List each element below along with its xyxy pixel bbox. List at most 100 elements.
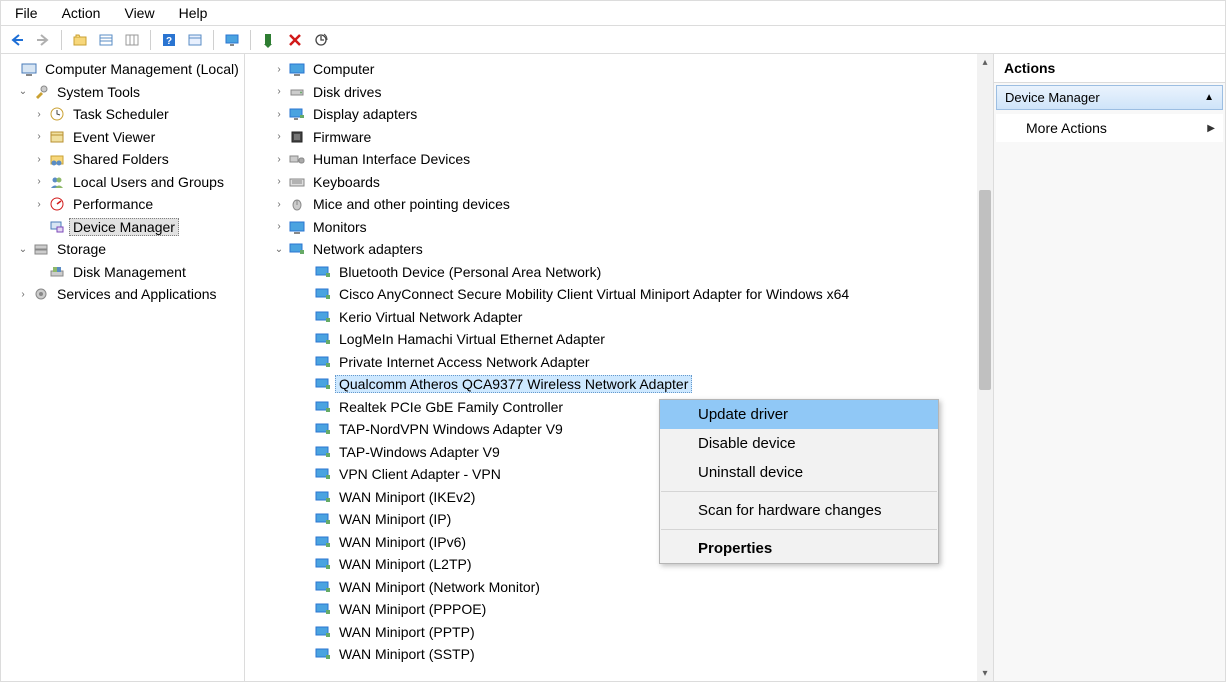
tree-label: System Tools: [53, 83, 144, 101]
category-firmware[interactable]: Firmware: [245, 126, 977, 149]
category-keyboards[interactable]: Keyboards: [245, 171, 977, 194]
device-item-wan-pptp[interactable]: WAN Miniport (PPTP): [245, 621, 977, 644]
tree-item-storage[interactable]: Storage: [5, 238, 244, 261]
expand-toggle[interactable]: [273, 109, 285, 120]
expand-toggle[interactable]: [273, 221, 285, 232]
tree-label: WAN Miniport (IKEv2): [335, 488, 479, 506]
tree-item-local-users[interactable]: Local Users and Groups: [5, 171, 244, 194]
tree-item-root[interactable]: Computer Management (Local): [5, 58, 244, 81]
device-item-bluetooth[interactable]: Bluetooth Device (Personal Area Network): [245, 261, 977, 284]
tree-item-event-viewer[interactable]: Event Viewer: [5, 126, 244, 149]
expand-toggle[interactable]: [33, 131, 45, 142]
tree-item-shared-folders[interactable]: Shared Folders: [5, 148, 244, 171]
enable-device-button[interactable]: [257, 28, 281, 52]
services-icon: [33, 286, 49, 302]
category-hid[interactable]: Human Interface Devices: [245, 148, 977, 171]
expand-toggle[interactable]: [273, 199, 285, 210]
expand-toggle[interactable]: [273, 86, 285, 97]
svg-text:?: ?: [166, 36, 172, 47]
toolbar-separator: [213, 30, 214, 50]
tree-item-disk-management[interactable]: Disk Management: [5, 261, 244, 284]
enable-device-icon: [261, 32, 277, 48]
scroll-thumb[interactable]: [979, 190, 991, 390]
expand-toggle[interactable]: [33, 199, 45, 210]
category-monitors[interactable]: Monitors: [245, 216, 977, 239]
display-adapter-icon: [289, 106, 305, 122]
expand-toggle[interactable]: [33, 176, 45, 187]
tree-item-performance[interactable]: Performance: [5, 193, 244, 216]
context-menu-scan-hardware[interactable]: Scan for hardware changes: [660, 496, 938, 525]
expand-toggle[interactable]: [33, 109, 45, 120]
expand-toggle[interactable]: [17, 289, 29, 300]
network-adapter-icon: [315, 399, 331, 415]
delete-button[interactable]: [283, 28, 307, 52]
network-adapter-icon: [315, 331, 331, 347]
context-menu-update-driver[interactable]: Update driver: [660, 400, 938, 429]
computer-management-icon: [21, 61, 37, 77]
device-item-cisco[interactable]: Cisco AnyConnect Secure Mobility Client …: [245, 283, 977, 306]
context-menu-uninstall-device[interactable]: Uninstall device: [660, 458, 938, 487]
expand-toggle[interactable]: [273, 176, 285, 187]
tree-label: WAN Miniport (IPv6): [335, 533, 470, 551]
actions-header: Actions: [994, 54, 1225, 83]
scroll-up-icon[interactable]: ▴: [977, 54, 993, 70]
device-item-kerio[interactable]: Kerio Virtual Network Adapter: [245, 306, 977, 329]
network-adapter-icon: [315, 466, 331, 482]
expand-toggle[interactable]: [273, 64, 285, 75]
tree-label: WAN Miniport (L2TP): [335, 555, 476, 573]
forward-button[interactable]: [31, 28, 55, 52]
expand-toggle[interactable]: [273, 154, 285, 165]
columns-button[interactable]: [120, 28, 144, 52]
context-menu-properties[interactable]: Properties: [660, 534, 938, 563]
category-display-adapters[interactable]: Display adapters: [245, 103, 977, 126]
device-item-qualcomm[interactable]: Qualcomm Atheros QCA9377 Wireless Networ…: [245, 373, 977, 396]
actions-section-device-manager[interactable]: Device Manager ▲: [996, 85, 1223, 110]
device-item-wan-pppoe[interactable]: WAN Miniport (PPPOE): [245, 598, 977, 621]
category-computer[interactable]: Computer: [245, 58, 977, 81]
scroll-down-icon[interactable]: ▾: [977, 665, 993, 681]
toolbar: ?: [1, 26, 1225, 54]
device-item-pia[interactable]: Private Internet Access Network Adapter: [245, 351, 977, 374]
menu-help[interactable]: Help: [169, 3, 218, 23]
expand-toggle[interactable]: [33, 154, 45, 165]
actions-item-more-actions[interactable]: More Actions ▶: [996, 114, 1223, 142]
console-tree: Computer Management (Local) System Tools…: [1, 54, 245, 681]
tree-item-device-manager[interactable]: Device Manager: [5, 216, 244, 239]
properties-icon: [187, 32, 203, 48]
tree-label: Qualcomm Atheros QCA9377 Wireless Networ…: [335, 375, 692, 393]
scroll-track[interactable]: [977, 70, 993, 665]
properties-button[interactable]: [183, 28, 207, 52]
toolbar-separator: [250, 30, 251, 50]
expand-toggle[interactable]: [273, 244, 285, 255]
expand-toggle[interactable]: [17, 86, 29, 97]
context-menu-disable-device[interactable]: Disable device: [660, 429, 938, 458]
tree-item-system-tools[interactable]: System Tools: [5, 81, 244, 104]
back-button[interactable]: [5, 28, 29, 52]
device-item-wan-netmon[interactable]: WAN Miniport (Network Monitor): [245, 576, 977, 599]
device-item-logmein[interactable]: LogMeIn Hamachi Virtual Ethernet Adapter: [245, 328, 977, 351]
tree-label: Monitors: [309, 218, 371, 236]
tree-item-services[interactable]: Services and Applications: [5, 283, 244, 306]
expand-toggle[interactable]: [273, 131, 285, 142]
help-button[interactable]: ?: [157, 28, 181, 52]
tree-label: Mice and other pointing devices: [309, 195, 514, 213]
network-adapter-icon: [315, 286, 331, 302]
scan-hardware-button[interactable]: [309, 28, 333, 52]
vertical-scrollbar[interactable]: ▴ ▾: [977, 54, 993, 681]
list-view-button[interactable]: [94, 28, 118, 52]
up-folder-button[interactable]: [68, 28, 92, 52]
category-mice[interactable]: Mice and other pointing devices: [245, 193, 977, 216]
device-item-wan-sstp[interactable]: WAN Miniport (SSTP): [245, 643, 977, 666]
monitor-button[interactable]: [220, 28, 244, 52]
tree-label: Task Scheduler: [69, 105, 173, 123]
expand-toggle[interactable]: [17, 244, 29, 255]
context-menu: Update driver Disable device Uninstall d…: [659, 399, 939, 564]
tree-item-task-scheduler[interactable]: Task Scheduler: [5, 103, 244, 126]
menu-view[interactable]: View: [114, 3, 164, 23]
network-adapter-icon: [315, 624, 331, 640]
menu-file[interactable]: File: [5, 3, 48, 23]
category-disk-drives[interactable]: Disk drives: [245, 81, 977, 104]
tree-label: WAN Miniport (PPPOE): [335, 600, 490, 618]
menu-action[interactable]: Action: [52, 3, 111, 23]
category-network-adapters[interactable]: Network adapters: [245, 238, 977, 261]
